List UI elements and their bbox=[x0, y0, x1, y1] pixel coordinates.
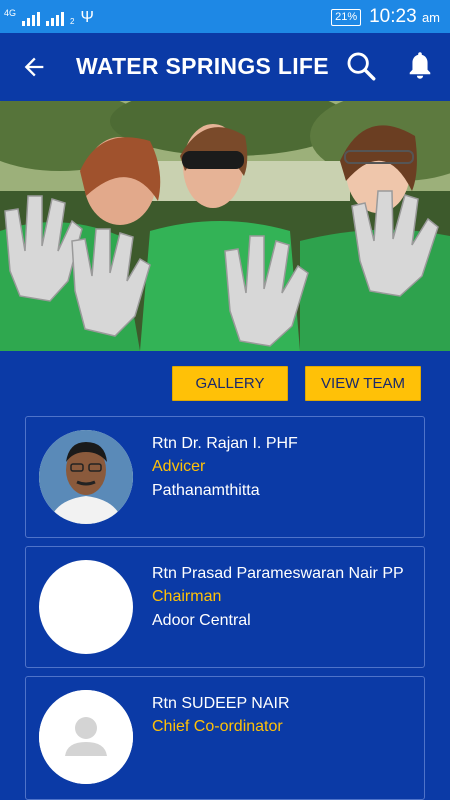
member-info: Rtn SUDEEP NAIR Chief Co-ordinator bbox=[152, 693, 417, 739]
member-role: Chief Co-ordinator bbox=[152, 718, 283, 735]
avatar bbox=[39, 430, 133, 524]
status-bar: 4G 2 Ψ 21% 10:23 am bbox=[0, 0, 450, 33]
avatar bbox=[39, 690, 133, 784]
member-photo bbox=[39, 430, 133, 524]
view-team-button[interactable]: VIEW TEAM bbox=[305, 366, 421, 401]
member-info: Rtn Prasad Parameswaran Nair PP Chairman… bbox=[152, 563, 417, 633]
app-bar: WATER SPRINGS LIFE bbox=[0, 33, 450, 101]
arrow-back-icon[interactable] bbox=[20, 53, 48, 81]
member-name: Rtn SUDEEP NAIR bbox=[152, 695, 290, 712]
member-role: Chairman bbox=[152, 588, 222, 605]
status-right: 21% 10:23 am bbox=[331, 6, 440, 28]
member-role: Advicer bbox=[152, 458, 206, 475]
sim2-label: 2 bbox=[70, 17, 75, 26]
status-left: 4G 2 Ψ bbox=[4, 6, 94, 26]
member-club: Pathanamthitta bbox=[152, 482, 260, 499]
usb-icon: Ψ bbox=[80, 9, 94, 26]
member-club: Adoor Central bbox=[152, 612, 251, 629]
member-name: Rtn Prasad Parameswaran Nair PP bbox=[152, 565, 404, 582]
signal-icon-sim2 bbox=[46, 10, 65, 26]
member-name: Rtn Dr. Rajan I. PHF bbox=[152, 435, 298, 452]
banner-photo bbox=[0, 101, 450, 351]
clock-ampm: am bbox=[421, 10, 440, 25]
member-card[interactable]: Rtn Dr. Rajan I. PHF Advicer Pathanamthi… bbox=[25, 416, 425, 538]
network-type-label: 4G bbox=[4, 8, 17, 18]
volunteers-image bbox=[0, 101, 450, 351]
person-placeholder-icon bbox=[39, 690, 133, 784]
signal-icon-sim1 bbox=[22, 10, 41, 26]
clock: 10:23 am bbox=[369, 6, 440, 28]
clock-time: 10:23 bbox=[369, 6, 417, 27]
avatar bbox=[39, 560, 133, 654]
member-card[interactable]: Rtn SUDEEP NAIR Chief Co-ordinator bbox=[25, 676, 425, 800]
gallery-button[interactable]: GALLERY bbox=[172, 366, 288, 401]
member-card[interactable]: Rtn Prasad Parameswaran Nair PP Chairman… bbox=[25, 546, 425, 668]
battery-icon: 21% bbox=[331, 8, 362, 26]
bell-icon[interactable] bbox=[406, 50, 434, 82]
page-title: WATER SPRINGS LIFE bbox=[76, 53, 329, 79]
search-icon[interactable] bbox=[344, 49, 378, 83]
member-info: Rtn Dr. Rajan I. PHF Advicer Pathanamthi… bbox=[152, 433, 417, 503]
